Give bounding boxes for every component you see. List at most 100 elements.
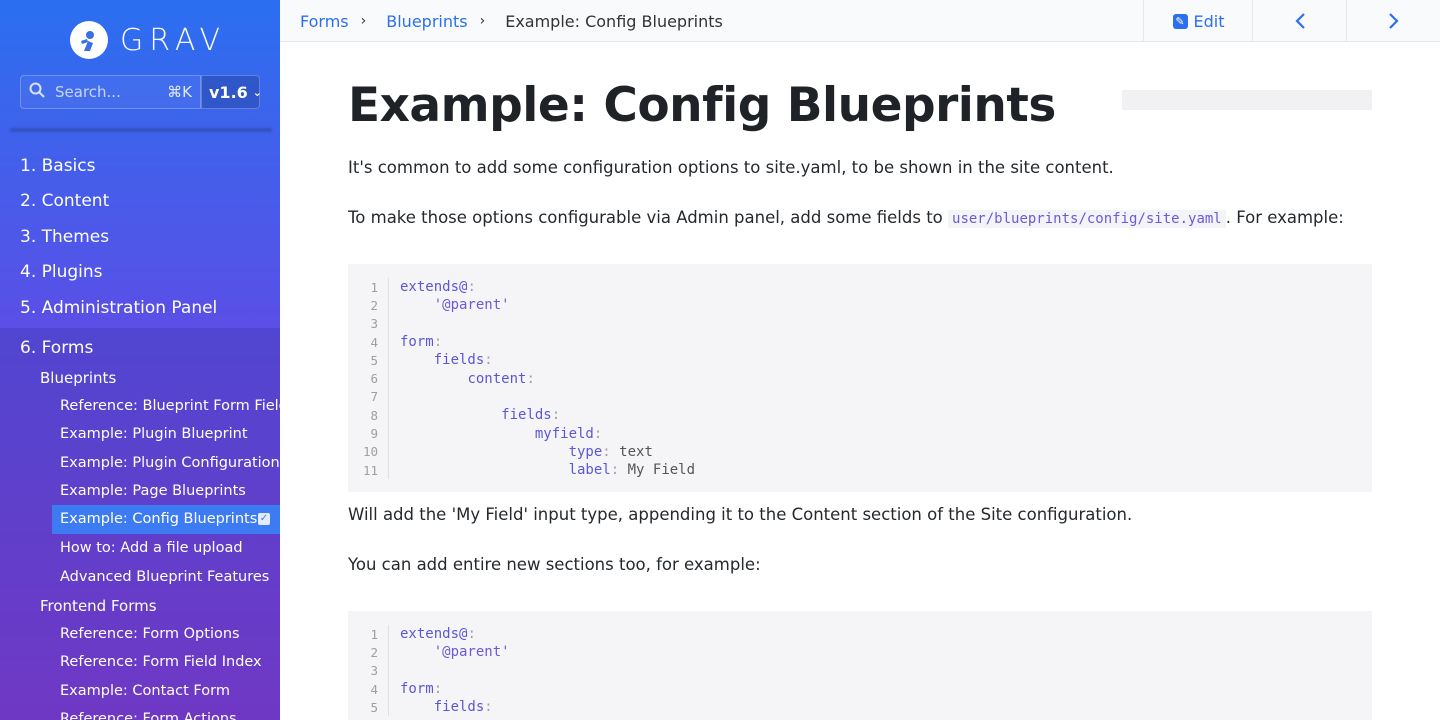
page-title: Example: Config Blueprints <box>348 78 1056 133</box>
nav-item-blueprint-form-fields[interactable]: Reference: Blueprint Form Fields <box>60 398 280 414</box>
breadcrumb-current: Example: Config Blueprints <box>505 11 723 31</box>
code-line: 2 '@parent' <box>348 296 1372 315</box>
inline-code-path: user/blueprints/config/site.yaml <box>948 210 1226 228</box>
nav-item-frontend-forms[interactable]: Frontend Forms <box>40 597 157 615</box>
code-line: 5 fields: <box>348 351 1372 370</box>
line-number: 11 <box>348 460 389 480</box>
nav-item-plugins[interactable]: 4. Plugins <box>0 255 280 291</box>
edit-button[interactable]: ✎ Edit <box>1143 0 1253 42</box>
line-number: 1 <box>348 625 389 644</box>
line-number: 3 <box>348 314 389 333</box>
topbar: Forms › Blueprints › Example: Config Blu… <box>280 0 1440 42</box>
grav-astronaut-icon <box>70 21 108 59</box>
nav-item-plugin-configuration[interactable]: Example: Plugin Configuration <box>60 455 280 471</box>
chevron-left-icon <box>1295 13 1305 29</box>
code-text: '@parent' <box>433 644 510 661</box>
code-line: 8 fields: <box>348 406 1372 425</box>
line-number: 4 <box>348 679 389 699</box>
previous-page-button[interactable] <box>1252 0 1347 42</box>
grav-logo[interactable]: GRAV <box>70 20 226 60</box>
code-line: 1 extends@: <box>348 625 1372 644</box>
code-text: type: text <box>568 443 653 460</box>
code-line: 1 extends@: <box>348 278 1372 297</box>
code-line: 5 fields: <box>348 698 1372 717</box>
code-line: 2 '@parent' <box>348 643 1372 662</box>
nav-item-contact-form[interactable]: Example: Contact Form <box>60 683 230 699</box>
line-number: 7 <box>348 387 389 407</box>
paragraph-text: To make those options configurable via A… <box>348 208 949 227</box>
nav-forms-section: 6. Forms Blueprints Reference: Blueprint… <box>0 328 280 720</box>
sidebar: GRAV Search... ⌘K v1.6 ⌄ 1. Basics 2. Co… <box>0 0 280 720</box>
nav-top: 1. Basics 2. Content 3. Themes 4. Plugin… <box>0 148 280 326</box>
code-text: fields: <box>433 352 493 369</box>
code-line: 9 myfield: <box>348 424 1372 443</box>
nav-item-label: Example: Config Blueprints <box>60 511 258 527</box>
code-line: 10 type: text <box>348 442 1372 461</box>
code-line: 6 content: <box>348 369 1372 388</box>
code-block-sections: 1 extends@: 2 '@parent' 3 4 form: 5 fields: <box>348 611 1372 720</box>
nav-item-content[interactable]: 2. Content <box>0 184 280 220</box>
nav-item-file-upload[interactable]: How to: Add a file upload <box>60 540 243 556</box>
paragraph-text: . For example: <box>1225 208 1344 227</box>
breadcrumb-forms[interactable]: Forms <box>300 12 349 31</box>
search-icon <box>29 82 45 102</box>
code-text: extends@: <box>400 626 476 643</box>
toc-placeholder <box>1122 90 1372 110</box>
line-number: 1 <box>348 278 389 297</box>
next-page-button[interactable] <box>1346 0 1440 42</box>
search-input[interactable]: Search... ⌘K <box>20 75 201 109</box>
code-text: myfield: <box>534 425 603 442</box>
line-number: 5 <box>348 698 389 717</box>
search-placeholder: Search... <box>55 83 121 101</box>
code-line: 4 form: <box>348 332 1372 352</box>
code-text: label: My Field <box>568 462 696 479</box>
code-text: content: <box>467 370 535 387</box>
edit-label: Edit <box>1193 11 1225 31</box>
nav-item-advanced-blueprint[interactable]: Advanced Blueprint Features <box>60 569 269 585</box>
nav-item-themes[interactable]: 3. Themes <box>0 219 280 255</box>
version-value: v1.6 <box>209 82 248 102</box>
code-text: fields: <box>501 407 561 424</box>
code-text: form: <box>400 681 443 698</box>
nav-item-page-blueprints[interactable]: Example: Page Blueprints <box>60 483 246 499</box>
line-number: 2 <box>348 643 389 662</box>
nav-item-basics[interactable]: 1. Basics <box>0 148 280 184</box>
brand-name: GRAV <box>120 22 227 58</box>
code-text: form: <box>400 334 443 351</box>
visited-check-icon: ✓ <box>258 513 270 525</box>
paragraph-myfield: Will add the 'My Field' input type, appe… <box>348 505 1133 524</box>
search-shortcut: ⌘K <box>167 83 192 101</box>
nav-item-form-actions[interactable]: Reference: Form Actions <box>60 711 237 720</box>
nav-item-form-field-index[interactable]: Reference: Form Field Index <box>60 654 262 670</box>
chevron-right-icon: › <box>479 13 486 29</box>
line-number: 6 <box>348 369 389 388</box>
code-line: 7 <box>348 387 1372 407</box>
code-line: 11 label: My Field <box>348 460 1372 480</box>
chevron-right-icon <box>1388 13 1399 29</box>
sidebar-divider <box>10 128 272 132</box>
nav-item-plugin-blueprint[interactable]: Example: Plugin Blueprint <box>60 426 248 442</box>
line-number: 9 <box>348 424 389 443</box>
code-line: 3 <box>348 661 1372 680</box>
paragraph-configurable: To make those options configurable via A… <box>348 208 1344 228</box>
line-number: 8 <box>348 406 389 425</box>
nav-item-blueprints[interactable]: Blueprints <box>40 369 116 387</box>
line-number: 10 <box>348 442 389 461</box>
code-line: 4 form: <box>348 679 1372 699</box>
line-number: 3 <box>348 661 389 680</box>
paragraph-sections: You can add entire new sections too, for… <box>348 555 761 574</box>
chevron-right-icon: › <box>360 13 367 29</box>
breadcrumb: Forms › Blueprints › Example: Config Blu… <box>300 0 723 42</box>
paragraph-intro: It's common to add some configuration op… <box>348 158 1114 177</box>
nav-item-form-options[interactable]: Reference: Form Options <box>60 626 240 642</box>
nav-item-admin-panel[interactable]: 5. Administration Panel <box>0 290 280 326</box>
version-select[interactable]: v1.6 ⌄ <box>201 75 262 109</box>
line-number: 4 <box>348 332 389 352</box>
nav-item-config-blueprints[interactable]: Example: Config Blueprints ✓ <box>52 505 280 534</box>
nav-item-forms[interactable]: 6. Forms <box>20 338 93 358</box>
code-text: fields: <box>433 699 493 716</box>
breadcrumb-blueprints[interactable]: Blueprints <box>386 12 467 31</box>
code-block-site-yaml: 1 extends@: 2 '@parent' 3 4 form: 5 fields: 6 c… <box>348 264 1372 492</box>
chevron-down-icon: ⌄ <box>252 85 262 99</box>
line-number: 2 <box>348 296 389 315</box>
